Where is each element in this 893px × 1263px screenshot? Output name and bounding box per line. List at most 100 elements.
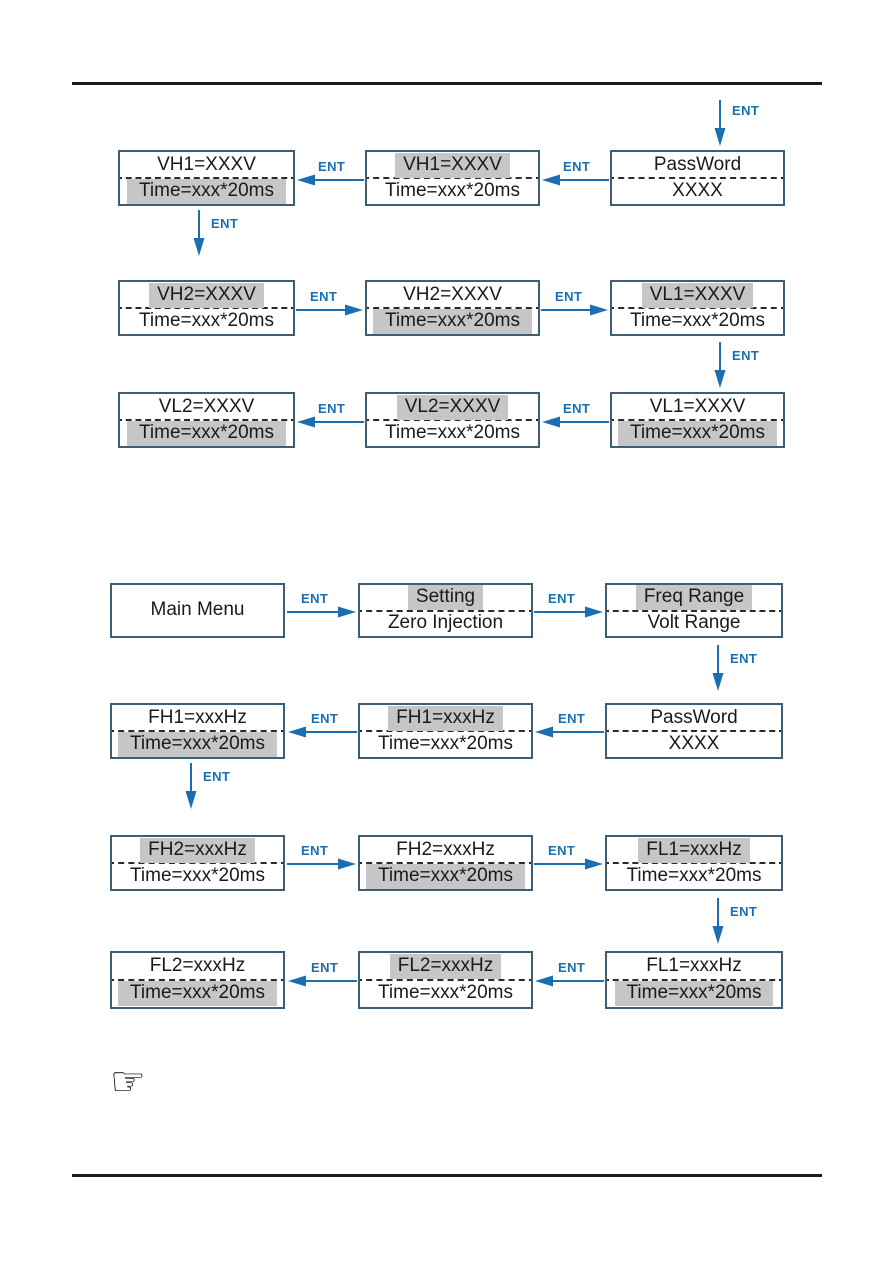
lcd-line-bottom: XXXX bbox=[668, 732, 720, 754]
transition-arrow-t15: ENT bbox=[185, 763, 230, 811]
transition-arrow-t03: ENT bbox=[296, 159, 364, 188]
lcd-line-top: VL2=XXXV bbox=[367, 394, 538, 420]
lcd-screen-vl2-left[interactable]: VL2=XXXV Time=xxx*20ms bbox=[118, 392, 295, 448]
transition-label: ENT bbox=[311, 711, 339, 726]
lcd-screen-vh1-left[interactable]: VH1=XXXV Time=xxx*20ms bbox=[118, 150, 295, 206]
lcd-line-bottom: XXXX bbox=[672, 179, 723, 201]
lcd-line-top: FL1=xxxHz bbox=[607, 837, 781, 863]
lcd-line-bottom: Time=xxx*20ms bbox=[378, 732, 513, 754]
footer-rule bbox=[72, 1174, 822, 1177]
transition-label: ENT bbox=[555, 289, 583, 304]
transition-label: ENT bbox=[310, 289, 338, 304]
lcd-screen-setting[interactable]: Setting Zero Injection bbox=[358, 583, 533, 638]
lcd-line-bottom: Time=xxx*20ms bbox=[139, 309, 274, 331]
lcd-line-top: PassWord bbox=[650, 706, 738, 728]
lcd-line-bottom: Time=xxx*20ms bbox=[612, 420, 783, 446]
lcd-line-top: FH1=xxxHz bbox=[360, 705, 531, 731]
lcd-line-bottom: Time=xxx*20ms bbox=[626, 864, 762, 886]
transition-label: ENT bbox=[558, 711, 586, 726]
transition-arrow-t20: ENT bbox=[287, 960, 357, 989]
transition-label: ENT bbox=[558, 960, 586, 975]
transition-arrow-t18: ENT bbox=[712, 898, 757, 946]
lcd-line-top: FL2=xxxHz bbox=[360, 953, 531, 980]
transition-arrow-t09: ENT bbox=[296, 401, 364, 430]
lcd-line-bottom: Time=xxx*20ms bbox=[120, 178, 293, 204]
transition-label: ENT bbox=[730, 651, 758, 666]
transition-arrow-t05: ENT bbox=[296, 289, 364, 318]
transition-arrow-t11: ENT bbox=[534, 591, 604, 620]
lcd-line-bottom: Time=xxx*20ms bbox=[367, 308, 538, 334]
lcd-line-top: PassWord bbox=[653, 153, 742, 175]
lcd-line-top: FL1=xxxHz bbox=[646, 955, 742, 976]
transition-label: ENT bbox=[211, 216, 239, 231]
lcd-line-top: Setting bbox=[360, 585, 531, 611]
lcd-screen-fh1-left[interactable]: FH1=xxxHz Time=xxx*20ms bbox=[110, 703, 285, 759]
lcd-line-top: VL1=XXXV bbox=[612, 282, 783, 308]
lcd-screen-vh1-mid[interactable]: VH1=XXXV Time=xxx*20ms bbox=[365, 150, 540, 206]
transition-arrow-t07: ENT bbox=[714, 342, 759, 390]
lcd-line-bottom: Time=xxx*20ms bbox=[630, 309, 765, 331]
lcd-screen-fh2-mid[interactable]: FH2=xxxHz Time=xxx*20ms bbox=[358, 835, 533, 891]
lcd-line-top: VL1=XXXV bbox=[649, 395, 746, 417]
lcd-line-top: Freq Range bbox=[607, 585, 781, 611]
lcd-screen-fl1-bottom[interactable]: FL1=xxxHz Time=xxx*20ms bbox=[605, 951, 783, 1009]
manual-page: VH1=XXXV Time=xxx*20ms VH1=XXXV Time=xxx… bbox=[0, 0, 893, 1263]
lcd-screen-vh2-left[interactable]: VH2=XXXV Time=xxx*20ms bbox=[118, 280, 295, 336]
lcd-screen-vl2-mid[interactable]: VL2=XXXV Time=xxx*20ms bbox=[365, 392, 540, 448]
transition-arrow-t10: ENT bbox=[287, 591, 357, 620]
lcd-line-top: VL2=XXXV bbox=[158, 395, 255, 417]
transition-label: ENT bbox=[563, 401, 591, 416]
lcd-line-bottom: Volt Range bbox=[647, 611, 741, 633]
lcd-screen-freq-range[interactable]: Freq Range Volt Range bbox=[605, 583, 783, 638]
transition-arrow-t08: ENT bbox=[541, 401, 609, 430]
lcd-line-bottom: Time=xxx*20ms bbox=[130, 864, 265, 886]
lcd-screen-fh2-left[interactable]: FH2=xxxHz Time=xxx*20ms bbox=[110, 835, 285, 891]
transition-arrow-t01: ENT bbox=[714, 100, 759, 148]
transition-label: ENT bbox=[311, 960, 339, 975]
lcd-line-bottom: Time=xxx*20ms bbox=[607, 980, 781, 1007]
lcd-screen-password-freq[interactable]: PassWord XXXX bbox=[605, 703, 783, 759]
lcd-line-top: FH1=xxxHz bbox=[148, 706, 247, 728]
lcd-screen-fl2-left[interactable]: FL2=xxxHz Time=xxx*20ms bbox=[110, 951, 285, 1009]
transition-label: ENT bbox=[730, 904, 758, 919]
transition-label: ENT bbox=[301, 591, 329, 606]
lcd-line-bottom: Time=xxx*20ms bbox=[385, 179, 520, 201]
lcd-line-bottom: Time=xxx*20ms bbox=[378, 982, 513, 1003]
lcd-screen-password-volt[interactable]: PassWord XXXX bbox=[610, 150, 785, 206]
pointing-hand-icon: ☞ bbox=[110, 1060, 146, 1104]
transition-arrow-t19: ENT bbox=[534, 960, 604, 989]
transition-label: ENT bbox=[318, 401, 346, 416]
header-rule bbox=[72, 82, 822, 85]
lcd-line-top: VH2=XXXV bbox=[403, 283, 502, 305]
transition-label: ENT bbox=[318, 159, 346, 174]
lcd-line-bottom: Time=xxx*20ms bbox=[360, 863, 531, 889]
lcd-line-top: VH2=XXXV bbox=[120, 282, 293, 308]
lcd-line-bottom: Zero Injection bbox=[387, 611, 504, 633]
lcd-screen-vl1-bottom[interactable]: VL1=XXXV Time=xxx*20ms bbox=[610, 392, 785, 448]
transition-arrow-t13: ENT bbox=[534, 711, 604, 740]
lcd-line-bottom: Time=xxx*20ms bbox=[120, 420, 293, 446]
transition-label: ENT bbox=[548, 591, 576, 606]
transition-arrow-t02: ENT bbox=[541, 159, 609, 188]
lcd-screen-fl2-mid[interactable]: FL2=xxxHz Time=xxx*20ms bbox=[358, 951, 533, 1009]
lcd-screen-fl1-right[interactable]: FL1=xxxHz Time=xxx*20ms bbox=[605, 835, 783, 891]
lcd-screen-main-menu[interactable]: Main Menu bbox=[110, 583, 285, 638]
transition-label: ENT bbox=[563, 159, 591, 174]
transition-label: ENT bbox=[732, 348, 760, 363]
lcd-screen-fh1-mid[interactable]: FH1=xxxHz Time=xxx*20ms bbox=[358, 703, 533, 759]
lcd-line-top: FH2=xxxHz bbox=[112, 837, 283, 863]
lcd-line-top: FL2=xxxHz bbox=[149, 955, 246, 976]
lcd-line-bottom: Time=xxx*20ms bbox=[112, 980, 283, 1007]
lcd-line-top: FH2=xxxHz bbox=[396, 838, 495, 860]
transition-label: ENT bbox=[732, 103, 760, 118]
lcd-screen-vh2-mid[interactable]: VH2=XXXV Time=xxx*20ms bbox=[365, 280, 540, 336]
transition-arrow-t16: ENT bbox=[287, 843, 357, 872]
lcd-line-only: Main Menu bbox=[150, 599, 245, 620]
lcd-screen-vl1-right[interactable]: VL1=XXXV Time=xxx*20ms bbox=[610, 280, 785, 336]
transition-arrow-t04: ENT bbox=[193, 210, 238, 258]
lcd-line-bottom: Time=xxx*20ms bbox=[112, 731, 283, 757]
lcd-line-bottom: Time=xxx*20ms bbox=[385, 421, 520, 443]
transition-label: ENT bbox=[301, 843, 329, 858]
transition-arrow-t17: ENT bbox=[534, 843, 604, 872]
transition-arrow-t14: ENT bbox=[287, 711, 357, 740]
